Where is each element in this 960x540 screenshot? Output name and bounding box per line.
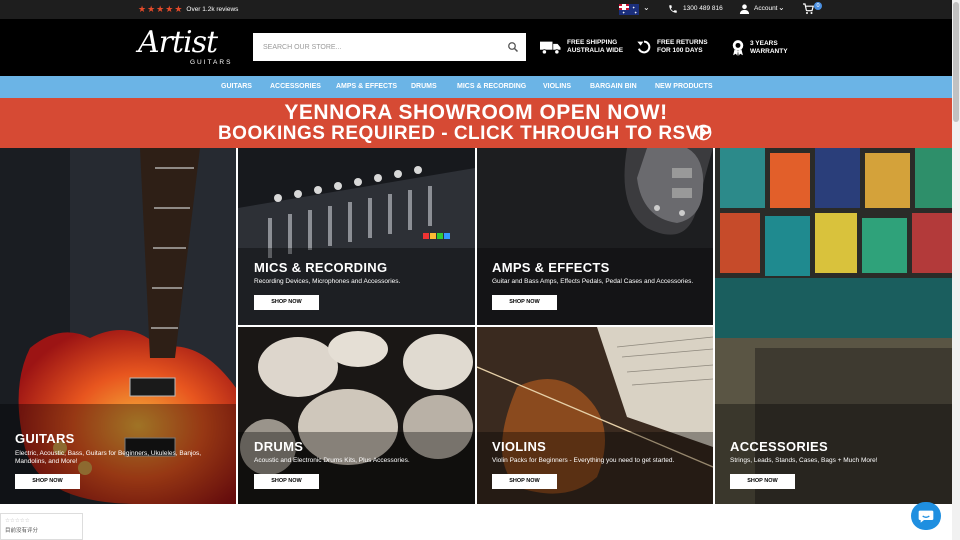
shop-now-button[interactable]: SHOP NOW xyxy=(730,474,795,489)
nav-item-guitars[interactable]: GUITARS xyxy=(221,83,252,90)
australia-flag-icon[interactable]: ✦ ✦ ✦ xyxy=(619,4,639,15)
truck-icon xyxy=(540,41,561,55)
star-icon: ★ xyxy=(165,4,174,14)
star-icon: ★ xyxy=(174,4,183,14)
chat-bubble-icon xyxy=(918,510,934,523)
nav-item-new-products[interactable]: NEW PRODUCTS xyxy=(655,83,713,90)
account-menu-label[interactable]: Account xyxy=(754,5,778,12)
account-user-icon[interactable] xyxy=(739,3,750,15)
category-tile-guitars[interactable]: GUITARS Electric, Acoustic, Bass, Guitar… xyxy=(0,148,236,504)
rating-status-text: 目前没有评分 xyxy=(5,528,39,534)
return-arrow-icon xyxy=(637,40,651,54)
tile-title: MICS & RECORDING xyxy=(254,260,388,275)
nav-item-violins[interactable]: VIOLINS xyxy=(543,83,571,90)
circle-arrow-right-icon[interactable] xyxy=(695,124,712,141)
tile-description: Recording Devices, Microphones and Acces… xyxy=(254,278,401,285)
category-tile-accessories[interactable]: ACCESSORIES Strings, Leads, Stands, Case… xyxy=(715,148,952,504)
shop-now-button[interactable]: SHOP NOW xyxy=(254,474,319,489)
feature-line: FREE RETURNS xyxy=(657,39,708,46)
nav-item-accessories[interactable]: ACCESSORIES xyxy=(270,83,321,90)
logo-subtitle: GUITARS xyxy=(190,59,233,66)
tile-title: ACCESSORIES xyxy=(730,439,828,454)
tile-title: GUITARS xyxy=(15,431,75,446)
tile-title: DRUMS xyxy=(254,439,304,454)
nav-item-amps-effects[interactable]: AMPS & EFFECTS xyxy=(336,83,397,90)
scrollbar-thumb[interactable] xyxy=(953,2,959,122)
star-icon: ★ xyxy=(138,4,147,14)
chat-button[interactable] xyxy=(911,502,941,530)
logo-wordmark: Artist xyxy=(138,25,218,60)
tile-description: Guitar and Bass Amps, Effects Pedals, Pe… xyxy=(492,278,694,285)
store-rating-widget[interactable]: ☆☆☆☆☆ 目前没有评分 xyxy=(0,513,83,540)
shop-now-button[interactable]: SHOP NOW xyxy=(254,295,319,310)
nav-item-mics-recording[interactable]: MICS & RECORDING xyxy=(457,83,526,90)
feature-line: 3 YEARS xyxy=(750,39,778,47)
search-input[interactable] xyxy=(253,33,498,61)
shop-now-button[interactable]: SHOP NOW xyxy=(492,474,557,489)
nav-item-drums[interactable]: DRUMS xyxy=(411,83,437,90)
feature-line: AUSTRALIA WIDE xyxy=(567,47,624,54)
tile-description-line: Mandolins, and More! xyxy=(15,458,78,465)
category-tile-drums[interactable]: DRUMS Acoustic and Electronic Drums Kits… xyxy=(238,327,475,504)
search-icon[interactable] xyxy=(507,41,519,53)
nav-item-bargain-bin[interactable]: BARGAIN BIN xyxy=(590,83,637,90)
free-shipping-feature: FREE SHIPPING AUSTRALIA WIDE xyxy=(540,39,623,55)
artist-guitars-logo[interactable]: Artist GUITARS xyxy=(138,25,234,71)
shop-now-button[interactable]: SHOP NOW xyxy=(15,474,80,489)
shop-now-button[interactable]: SHOP NOW xyxy=(492,295,557,310)
tile-description: Electric, Acoustic, Bass, Guitars for Be… xyxy=(15,450,201,466)
main-navigation: GUITARS ACCESSORIES AMPS & EFFECTS DRUMS… xyxy=(0,76,952,98)
star-icon: ★ xyxy=(156,4,165,14)
review-rating[interactable]: ★ ★ ★ ★ ★ Over 1.2k reviews xyxy=(138,5,238,14)
phone-number-link[interactable]: 1300 489 816 xyxy=(683,5,723,12)
tile-description: Violin Packs for Beginners - Everything … xyxy=(492,457,675,464)
chevron-down-icon[interactable]: ⌄ xyxy=(643,3,650,12)
tile-description: Strings, Leads, Stands, Cases, Bags + Mu… xyxy=(730,457,878,464)
tile-description: Acoustic and Electronic Drums Kits, Plus… xyxy=(254,457,410,464)
phone-icon[interactable] xyxy=(668,3,678,15)
tile-title: AMPS & EFFECTS xyxy=(492,260,610,275)
cart-count-badge: 0 xyxy=(814,2,822,10)
site-header: Artist GUITARS FREE SHIPPING AUSTRALIA W… xyxy=(0,19,952,76)
top-utility-bar: ★ ★ ★ ★ ★ Over 1.2k reviews ✦ ✦ ✦ ⌄ 1300… xyxy=(0,0,952,19)
tile-title: VIOLINS xyxy=(492,439,547,454)
search-bar xyxy=(253,33,526,61)
free-returns-feature: FREE RETURNS FOR 100 DAYS xyxy=(636,39,708,55)
warranty-feature: 3 YEARS WARRANTY xyxy=(731,39,788,56)
showroom-promo-banner[interactable]: YENNORA SHOWROOM OPEN NOW! BOOKINGS REQU… xyxy=(0,98,952,148)
category-tile-mics-recording[interactable]: MICS & RECORDING Recording Devices, Micr… xyxy=(238,148,475,325)
tile-description-line: Electric, Acoustic, Bass, Guitars for Be… xyxy=(15,450,202,457)
warranty-badge-icon xyxy=(732,40,744,56)
star-icon: ★ xyxy=(147,4,156,14)
chevron-down-icon[interactable]: ⌄ xyxy=(778,3,785,12)
rating-stars: ☆☆☆☆☆ xyxy=(5,518,30,524)
banner-subheadline: BOOKINGS REQUIRED - CLICK THROUGH TO RSV… xyxy=(217,123,713,144)
feature-line: WARRANTY xyxy=(750,47,788,55)
category-tile-violins[interactable]: VIOLINS Violin Packs for Beginners - Eve… xyxy=(477,327,713,504)
category-tile-amps-effects[interactable]: AMPS & EFFECTS Guitar and Bass Amps, Eff… xyxy=(477,148,713,325)
reviews-count-label[interactable]: Over 1.2k reviews xyxy=(186,6,238,13)
feature-line: FREE SHIPPING xyxy=(567,39,618,46)
banner-headline: YENNORA SHOWROOM OPEN NOW! xyxy=(284,101,668,124)
feature-line: FOR 100 DAYS xyxy=(657,47,703,54)
